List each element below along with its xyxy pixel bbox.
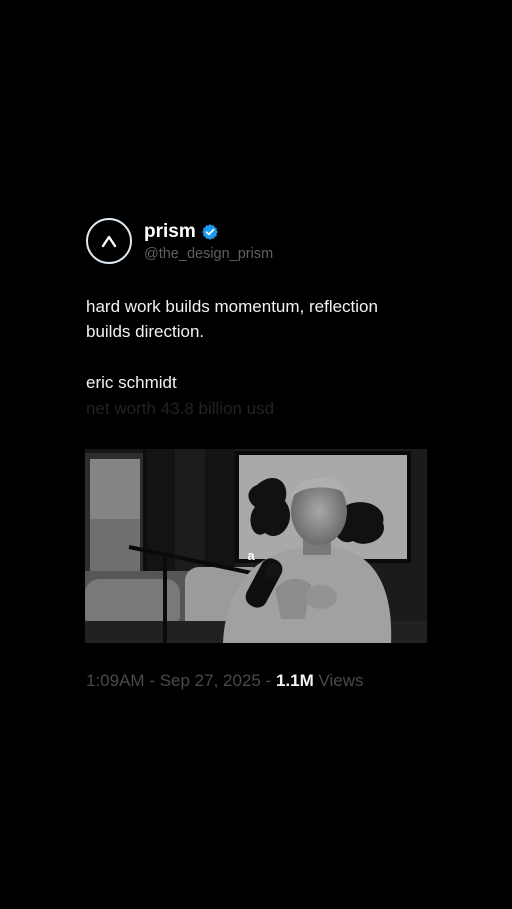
video-frame: a [85,449,427,643]
post-text: hard work builds momentum, reflection bu… [86,297,378,341]
meta-separator: - [260,671,276,690]
video-caption: a [247,548,255,563]
verified-badge-icon [201,223,218,240]
views-label: Views [318,671,364,690]
name-row: prism [144,220,273,244]
author-subtitle: net worth 43.8 billion usd [86,399,275,418]
author-names: prism @the_design_prism [144,220,273,263]
post-video[interactable]: a [85,449,427,643]
chevron-up-icon [101,235,117,248]
meta-separator: - [144,671,160,690]
handle[interactable]: @the_design_prism [144,245,273,263]
post-header: prism @the_design_prism [86,216,428,266]
post-date: Sep 27, 2025 [159,671,261,690]
post-time: 1:09AM [86,671,145,690]
display-name[interactable]: prism [144,220,196,244]
post-card: prism @the_design_prism hard work builds… [86,216,428,421]
quote-author: eric schmidt [86,373,177,392]
avatar[interactable] [86,218,132,264]
post-meta: 1:09AM - Sep 27, 2025 - 1.1M Views [86,669,364,693]
views-count: 1.1M [275,671,314,690]
